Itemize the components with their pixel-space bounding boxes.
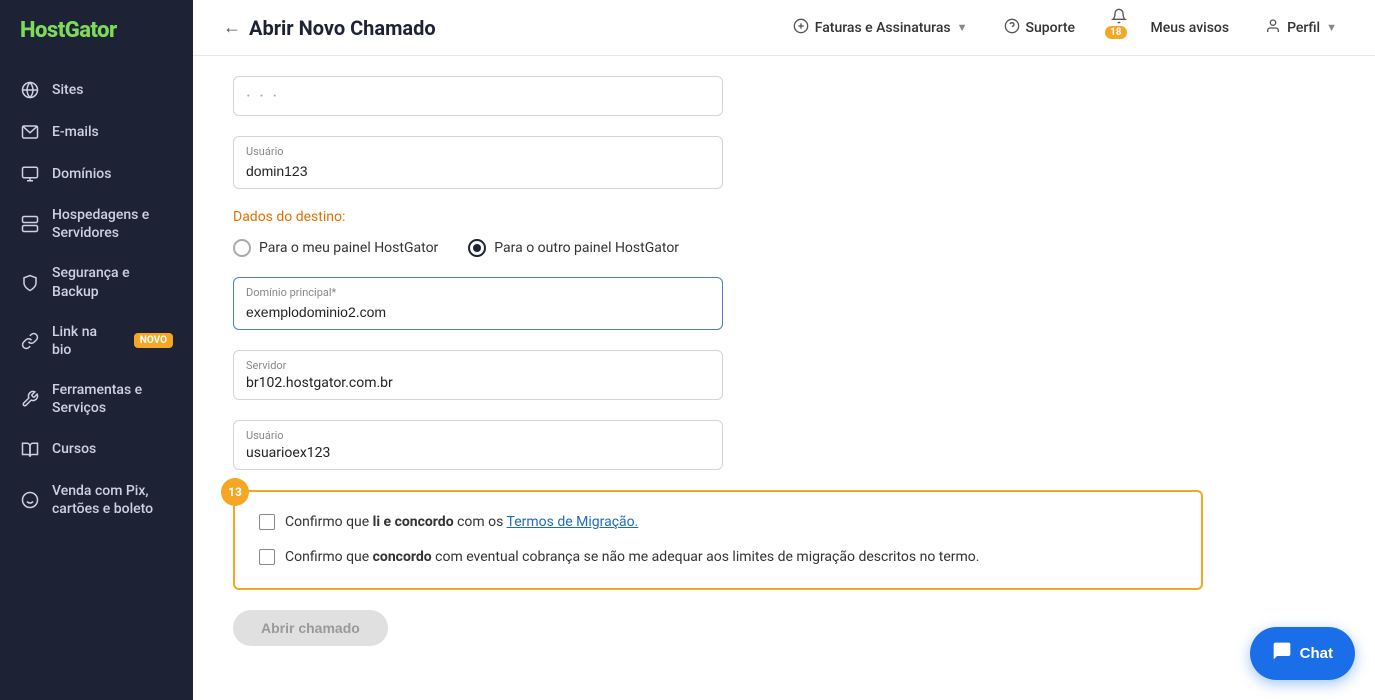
servidor-field: Servidor br102.hostgator.com.br (233, 350, 723, 400)
brand-name-part2: Gator (65, 18, 117, 43)
user-icon (1265, 18, 1281, 38)
back-arrow-icon: ← (223, 17, 241, 38)
chat-button[interactable]: Chat (1250, 627, 1355, 680)
checkbox-2-text: Confirmo que concordo com eventual cobra… (285, 547, 979, 568)
chat-bubble-icon (1272, 641, 1292, 666)
tools-icon (20, 389, 40, 409)
usuario-destino-group: Usuário usuarioex123 (233, 420, 1335, 470)
back-button[interactable]: ← Abrir Novo Chamado (223, 16, 436, 40)
radio-meu-painel-label: Para o meu painel HostGator (259, 240, 438, 256)
usuario-destino-value: usuarioex123 (246, 445, 710, 461)
checkbox-2[interactable] (259, 549, 275, 565)
servidor-value: br102.hostgator.com.br (246, 375, 710, 391)
sidebar-nav: Sites E-mails Domínios Hospedagens e Ser… (0, 61, 193, 700)
dominio-group: Domínio principal* (233, 277, 1335, 330)
sidebar-item-emails-label: E-mails (52, 123, 173, 141)
brand-logo[interactable]: HostGator (0, 0, 193, 61)
page-content: · · · Usuário Dados do destino: Para o m… (193, 56, 1375, 700)
radio-outro-painel[interactable]: Para o outro painel HostGator (468, 239, 679, 257)
sidebar-item-link-label: Link na bio (52, 323, 120, 359)
dominio-input[interactable] (246, 304, 710, 320)
sidebar-item-ferramentas-label: Ferramentas e Serviços (52, 381, 173, 417)
checkbox-1-text: Confirmo que li e concordo com os Termos… (285, 512, 638, 533)
submit-button[interactable]: Abrir chamado (233, 610, 388, 646)
page-title: Abrir Novo Chamado (249, 16, 436, 40)
avisos-menu[interactable]: 18 Meus avisos (1103, 2, 1237, 53)
scroll-indicator-field: · · · (233, 76, 723, 116)
sidebar-item-seguranca[interactable]: Segurança e Backup (0, 253, 193, 311)
faturas-label: Faturas e Assinaturas (815, 20, 951, 36)
bell-icon: 18 (1111, 8, 1144, 47)
sidebar-item-cursos-label: Cursos (52, 440, 173, 458)
shield-icon (20, 273, 40, 293)
dominio-label: Domínio principal* (246, 286, 710, 299)
sidebar-item-sites[interactable]: Sites (0, 69, 193, 111)
globe-icon (20, 80, 40, 100)
checkbox-row-2: Confirmo que concordo com eventual cobra… (259, 547, 1177, 568)
usuario-origem-label: Usuário (246, 145, 710, 158)
domain-icon (20, 164, 40, 184)
sidebar: HostGator Sites E-mails Domínios (0, 0, 193, 700)
usuario-origem-input[interactable] (246, 163, 710, 179)
perfil-menu[interactable]: Perfil ▼ (1257, 12, 1345, 44)
novo-badge: NOVO (134, 333, 173, 348)
suporte-menu[interactable]: Suporte (996, 12, 1084, 44)
radio-group-destino: Para o meu painel HostGator Para o outro… (233, 239, 1335, 257)
server-icon (20, 214, 40, 234)
usuario-destino-field: Usuário usuarioex123 (233, 420, 723, 470)
pix-icon (20, 490, 40, 510)
perfil-chevron-icon: ▼ (1326, 21, 1337, 34)
topnav: ← Abrir Novo Chamado Faturas e Assinatur… (193, 0, 1375, 56)
faturas-chevron-icon: ▼ (957, 21, 968, 34)
sidebar-item-emails[interactable]: E-mails (0, 111, 193, 153)
mail-icon (20, 122, 40, 142)
question-circle-icon (1004, 18, 1020, 38)
chat-label: Chat (1300, 645, 1333, 662)
sidebar-item-dominios[interactable]: Domínios (0, 153, 193, 195)
sidebar-item-venda[interactable]: Venda com Pix, cartões e boleto (0, 471, 193, 529)
dominio-field: Domínio principal* (233, 277, 723, 330)
sidebar-item-hospedagens[interactable]: Hospedagens e Servidores (0, 195, 193, 253)
sidebar-item-seguranca-label: Segurança e Backup (52, 264, 173, 300)
radio-meu-painel-circle (233, 239, 251, 257)
checkbox-section: 13 Confirmo que li e concordo com os Ter… (233, 490, 1203, 590)
book-icon (20, 440, 40, 460)
sidebar-item-dominios-label: Domínios (52, 165, 173, 183)
suporte-label: Suporte (1026, 20, 1076, 36)
sidebar-item-sites-label: Sites (52, 81, 173, 99)
main-content: ← Abrir Novo Chamado Faturas e Assinatur… (193, 0, 1375, 700)
usuario-destino-label: Usuário (246, 429, 710, 442)
avisos-label: Meus avisos (1151, 20, 1230, 36)
sidebar-item-link[interactable]: Link na bio NOVO (0, 312, 193, 370)
step-badge: 13 (221, 478, 249, 506)
usuario-origem-group: Usuário (233, 136, 1335, 189)
sidebar-item-ferramentas[interactable]: Ferramentas e Serviços (0, 370, 193, 428)
checkbox-1[interactable] (259, 514, 275, 530)
brand-name-part1: Host (20, 18, 65, 43)
link-icon (20, 331, 40, 351)
servidor-label: Servidor (246, 359, 710, 372)
checkbox-row-1: Confirmo que li e concordo com os Termos… (259, 512, 1177, 533)
sidebar-item-venda-label: Venda com Pix, cartões e boleto (52, 482, 173, 518)
perfil-label: Perfil (1287, 20, 1320, 36)
sidebar-item-cursos[interactable]: Cursos (0, 429, 193, 471)
dollar-circle-icon (793, 18, 809, 38)
radio-outro-painel-label: Para o outro painel HostGator (494, 240, 679, 256)
radio-meu-painel[interactable]: Para o meu painel HostGator (233, 239, 438, 257)
radio-outro-painel-circle (468, 239, 486, 257)
faturas-menu[interactable]: Faturas e Assinaturas ▼ (785, 12, 976, 44)
sidebar-item-hospedagens-label: Hospedagens e Servidores (52, 206, 173, 242)
servidor-group: Servidor br102.hostgator.com.br (233, 350, 1335, 400)
notif-count-badge: 18 (1105, 26, 1126, 39)
dados-destino-label: Dados do destino: (233, 209, 1335, 225)
usuario-origem-field: Usuário (233, 136, 723, 189)
termos-link[interactable]: Termos de Migração. (507, 514, 639, 530)
